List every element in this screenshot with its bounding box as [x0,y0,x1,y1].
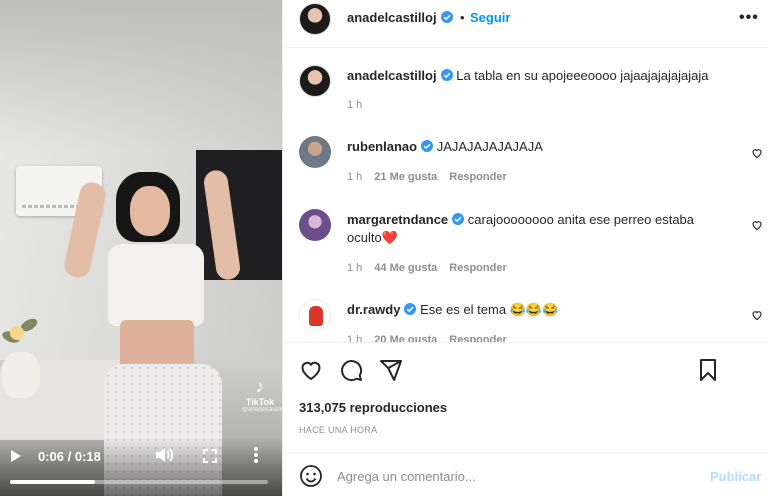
video-progress-bar[interactable] [10,480,268,484]
avatar[interactable] [299,136,331,168]
post-actions: 313,075 reproducciones HACE UNA HORA [283,342,768,450]
plant-pot [2,352,40,398]
header-username[interactable]: anadelcastilloj [347,10,453,25]
more-vertical-icon[interactable] [252,446,260,464]
header-separator: • [460,10,465,25]
video-ceiling [0,0,282,150]
comment-text: Ese es el tema 😂😂😂 [420,302,559,317]
avatar[interactable] [299,65,331,97]
comment-time: 1 h [347,334,363,342]
comment-time: 1 h [347,262,363,274]
comment-meta: 1 h 21 Me gusta Responder [347,171,507,183]
person-arm-left [62,180,108,280]
share-icon[interactable] [379,358,403,382]
avatar[interactable] [299,3,331,35]
play-icon[interactable] [11,450,21,462]
like-icon[interactable] [299,358,323,382]
emoji-icon[interactable] [299,464,323,488]
verified-badge-icon [421,140,434,152]
reply-button[interactable]: Responder [449,334,506,342]
volume-icon[interactable] [154,446,174,464]
comment-likes[interactable]: 20 Me gusta [374,334,437,342]
view-count[interactable]: 313,075 reproducciones [299,400,447,415]
comment-username[interactable]: dr.rawdy [347,302,400,317]
caption-body: anadelcastilloj La tabla en su apojeeeoo… [347,67,737,85]
plant [0,316,52,398]
like-heart-icon[interactable] [751,147,763,159]
comment-meta: 1 h 20 Me gusta Responder [347,334,507,342]
caption-meta: 1 h [347,99,362,111]
reply-button[interactable]: Responder [449,171,506,183]
person-top [108,244,204,326]
post-timestamp[interactable]: HACE UNA HORA [299,425,377,435]
person-arm-right [202,168,242,282]
comment-username[interactable]: rubenlanao [347,139,417,154]
verified-badge-icon [440,69,453,81]
comment-likes[interactable]: 44 Me gusta [374,262,437,274]
comment-likes[interactable]: 21 Me gusta [374,171,437,183]
verified-badge-icon [440,11,453,23]
comment-body: rubenlanao JAJAJAJAJAJAJA [347,138,737,156]
header-username-text[interactable]: anadelcastilloj [347,10,437,25]
post-header: anadelcastilloj • Seguir ••• [283,0,768,48]
tiktok-watermark: ♪ TikTok @anadelcastilloj [242,377,282,413]
more-options-icon[interactable]: ••• [739,9,759,27]
caption-time: 1 h [347,99,363,111]
add-comment-bar: Publicar [283,452,768,496]
comments-list[interactable]: anadelcastilloj La tabla en su apojeeeoo… [283,49,768,342]
person-face [130,186,170,236]
avatar[interactable] [299,209,331,241]
comment-body: margaretndance carajoooooooo anita ese p… [347,211,727,247]
like-heart-icon[interactable] [751,219,763,231]
fullscreen-icon[interactable] [203,449,217,463]
comment-time: 1 h [347,171,363,183]
comment-meta: 1 h 44 Me gusta Responder [347,262,507,274]
publish-button[interactable]: Publicar [710,469,761,484]
comment-icon[interactable] [339,358,363,382]
comment-text: JAJAJAJAJAJAJA [436,139,543,154]
comment-username[interactable]: margaretndance [347,212,448,227]
caption-text: La tabla en su apojeeeoooo jajaajajajaja… [456,68,709,83]
avatar[interactable] [299,299,331,331]
caption-username[interactable]: anadelcastilloj [347,68,437,83]
video-player[interactable]: ♪ TikTok @anadelcastilloj 0:06 / 0:18 [0,0,282,496]
comment-input[interactable] [337,466,697,486]
video-time: 0:06 / 0:18 [38,449,101,464]
verified-badge-icon [452,213,465,225]
comment-body: dr.rawdy Ese es el tema 😂😂😂 [347,301,737,319]
verified-badge-icon [404,303,417,315]
save-bookmark-icon[interactable] [696,358,720,382]
tiktok-brand: TikTok [245,397,275,407]
post-panel: anadelcastilloj • Seguir ••• anadelcasti… [282,0,768,496]
follow-button[interactable]: Seguir [470,10,510,25]
video-progress-fill [10,480,96,484]
like-heart-icon[interactable] [751,309,763,321]
tiktok-handle: @anadelcastilloj [242,407,282,413]
reply-button[interactable]: Responder [449,262,506,274]
plant-flower [10,326,24,340]
video-controls: 0:06 / 0:18 [0,438,282,496]
tiktok-logo-icon: ♪ [255,377,265,396]
